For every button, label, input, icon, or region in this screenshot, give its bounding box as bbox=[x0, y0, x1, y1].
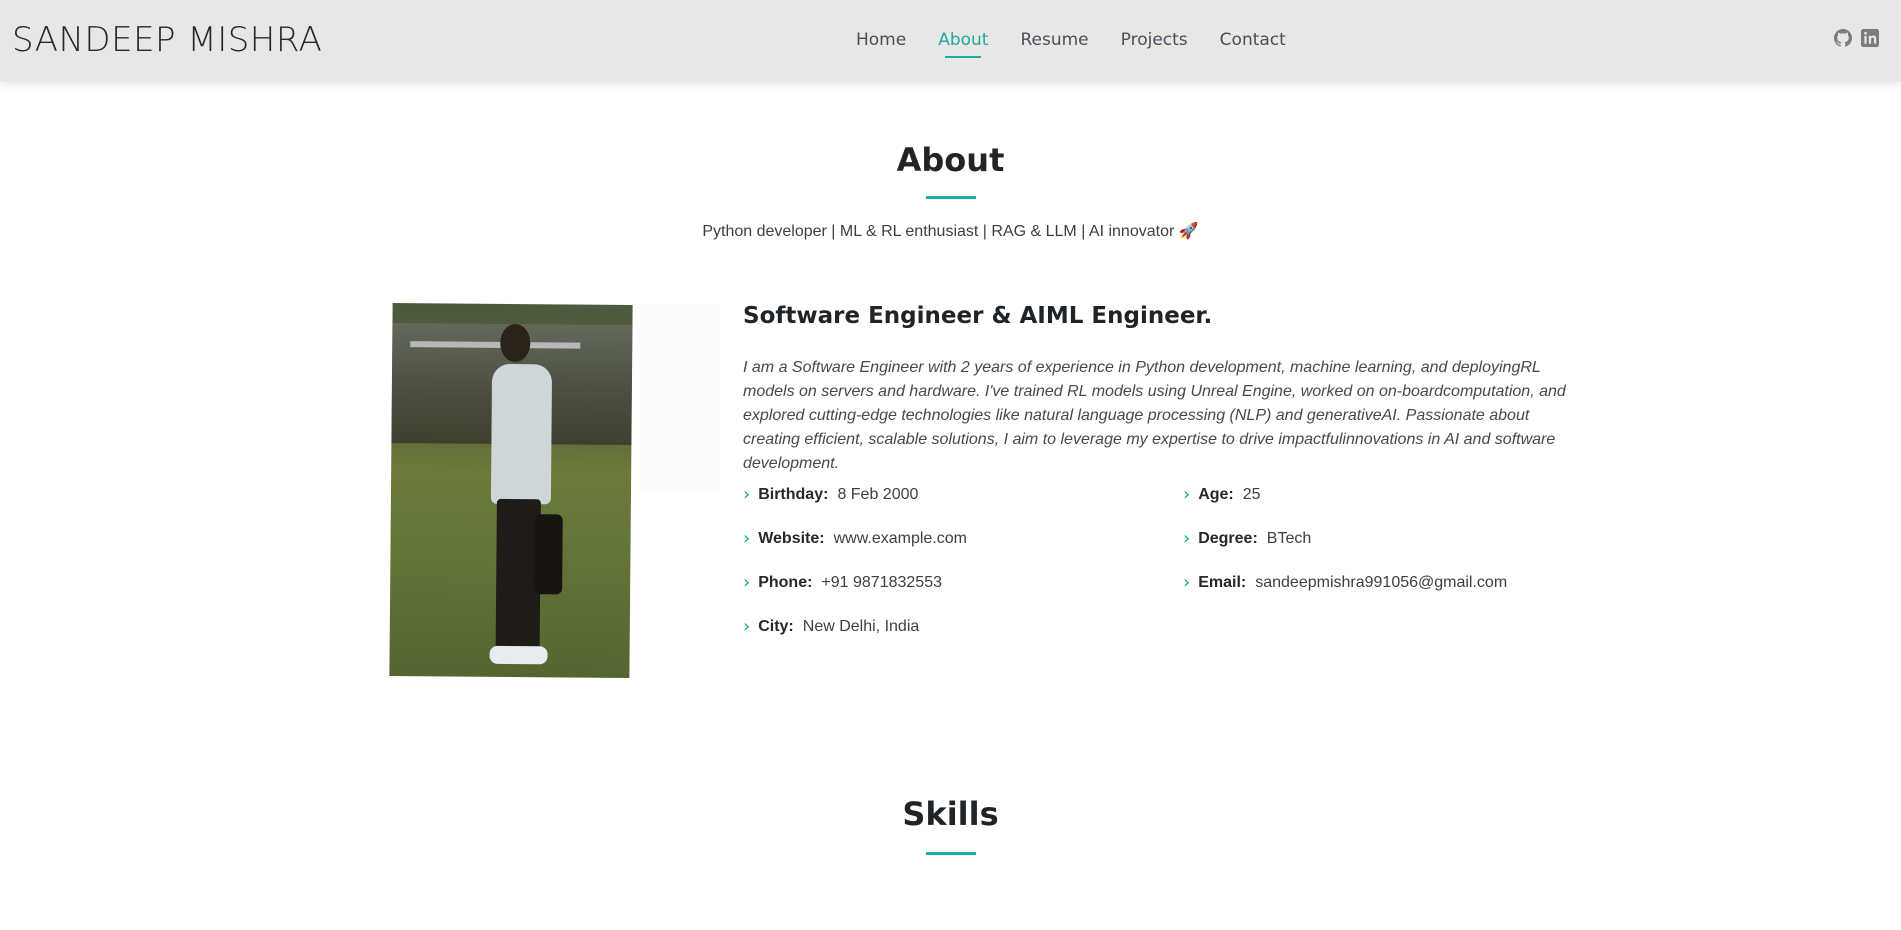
nav-contact[interactable]: Contact bbox=[1204, 0, 1302, 82]
person-shirt bbox=[490, 363, 553, 505]
fact-value: BTech bbox=[1266, 529, 1312, 547]
photo-person bbox=[489, 323, 563, 675]
fact-label: Degree: bbox=[1198, 529, 1258, 547]
github-icon[interactable] bbox=[1834, 29, 1853, 47]
skills-title-underline bbox=[926, 852, 976, 855]
linkedin-icon[interactable] bbox=[1861, 29, 1879, 47]
fact-phone: › Phone: +91 9871832553 bbox=[743, 572, 942, 593]
chevron-right-icon: › bbox=[743, 528, 751, 549]
nav-home[interactable]: Home bbox=[840, 0, 922, 82]
nav-resume[interactable]: Resume bbox=[1004, 0, 1104, 82]
person-shoes bbox=[489, 645, 548, 665]
fact-label: City: bbox=[758, 617, 794, 635]
about-title-underline bbox=[926, 196, 976, 199]
fact-value: 8 Feb 2000 bbox=[837, 485, 919, 503]
fact-degree: › Degree: BTech bbox=[1183, 528, 1311, 549]
about-heading: Software Engineer & AIML Engineer. bbox=[743, 303, 1213, 329]
chevron-right-icon: › bbox=[1183, 484, 1191, 505]
chevron-right-icon: › bbox=[1183, 572, 1191, 593]
tagline-text: Python developer | ML & RL enthusiast | … bbox=[702, 223, 1175, 240]
photo-backdrop bbox=[640, 304, 720, 490]
site-logo[interactable]: SANDEEP MISHRA bbox=[12, 20, 322, 60]
nav-about[interactable]: About bbox=[922, 0, 1004, 82]
person-head bbox=[500, 323, 531, 363]
fact-value: +91 9871832553 bbox=[821, 573, 942, 591]
fact-email: › Email: sandeepmishra991056@gmail.com bbox=[1183, 572, 1507, 593]
fact-label: Age: bbox=[1198, 485, 1234, 503]
fact-age: › Age: 25 bbox=[1183, 484, 1261, 505]
fact-value: sandeepmishra991056@gmail.com bbox=[1255, 573, 1508, 591]
chevron-right-icon: › bbox=[743, 572, 751, 593]
rocket-icon: 🚀 bbox=[1178, 223, 1199, 240]
skills-title: Skills bbox=[902, 795, 999, 833]
fact-website: › Website: www.example.com bbox=[743, 528, 967, 549]
fact-value: 25 bbox=[1242, 485, 1261, 503]
about-tagline: Python developer | ML & RL enthusiast | … bbox=[0, 221, 1901, 241]
chevron-right-icon: › bbox=[1183, 528, 1191, 549]
fact-label: Birthday: bbox=[758, 485, 829, 503]
chevron-right-icon: › bbox=[743, 616, 751, 637]
top-header: SANDEEP MISHRA Home About Resume Project… bbox=[0, 0, 1901, 82]
profile-photo bbox=[389, 302, 633, 679]
about-title: About bbox=[896, 141, 1005, 179]
fact-city: › City: New Delhi, India bbox=[743, 616, 919, 637]
person-jacket bbox=[534, 514, 563, 595]
social-links bbox=[1834, 29, 1879, 47]
fact-label: Email: bbox=[1198, 573, 1247, 591]
chevron-right-icon: › bbox=[743, 484, 751, 505]
about-intro: I am a Software Engineer with 2 years of… bbox=[743, 359, 1566, 472]
fact-label: Website: bbox=[758, 529, 825, 547]
fact-label: Phone: bbox=[758, 573, 813, 591]
fact-birthday: › Birthday: 8 Feb 2000 bbox=[743, 484, 918, 505]
main-nav: Home About Resume Projects Contact bbox=[840, 0, 1302, 82]
nav-projects[interactable]: Projects bbox=[1105, 0, 1204, 82]
fact-value: New Delhi, India bbox=[802, 617, 920, 635]
fact-value[interactable]: www.example.com bbox=[834, 530, 967, 548]
